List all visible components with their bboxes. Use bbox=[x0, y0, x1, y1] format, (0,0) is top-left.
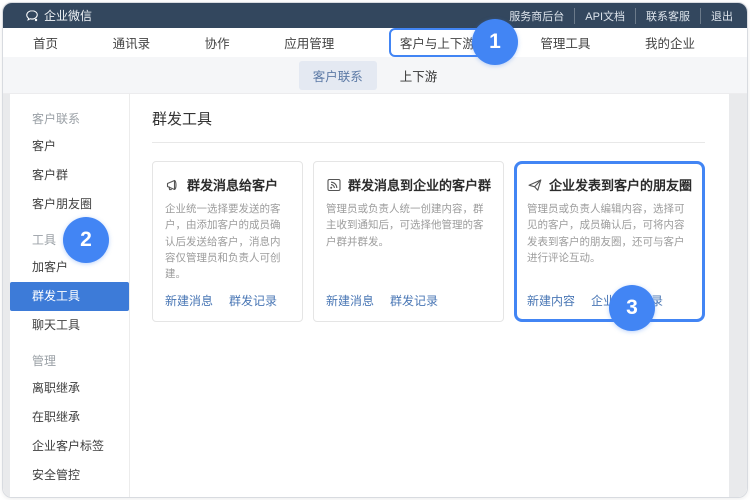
card-title: 群发消息到企业的客户群 bbox=[348, 175, 491, 194]
left-gutter bbox=[3, 94, 10, 497]
sidebar-item-chat-tools[interactable]: 聊天工具 bbox=[10, 311, 129, 340]
new-content-link[interactable]: 新建内容 bbox=[527, 292, 575, 309]
sidebar: 客户联系 客户 客户群 客户朋友圈 工具 加客户 群发工具 聊天工具 管理 离职… bbox=[10, 94, 130, 497]
sidebar-section-customer-contact: 客户联系 bbox=[10, 106, 129, 132]
right-gutter bbox=[729, 94, 747, 497]
card-description: 管理员或负责人编辑内容，选择可见的客户，成员确认后，可将内容发表到客户的朋友圈，… bbox=[527, 201, 692, 266]
title-divider bbox=[152, 142, 705, 143]
annotation-step-2: 2 bbox=[63, 217, 109, 263]
nav-item-apps[interactable]: 应用管理 bbox=[284, 33, 334, 52]
new-message-link[interactable]: 新建消息 bbox=[326, 292, 374, 309]
card-mass-message-to-customers: 群发消息给客户 企业统一选择要发送的客户，由添加客户的成员确认后发送给客户，消息… bbox=[152, 161, 303, 322]
tab-customer-contact[interactable]: 客户联系 bbox=[299, 61, 377, 90]
topbar-links: 服务商后台 API文档 联系客服 退出 bbox=[509, 8, 733, 24]
sidebar-item-customer-moments[interactable]: 客户朋友圈 bbox=[10, 190, 129, 219]
nav-item-collaboration[interactable]: 协作 bbox=[205, 33, 230, 52]
card-head: 企业发表到客户的朋友圈 bbox=[527, 175, 692, 194]
page-title: 群发工具 bbox=[152, 110, 705, 130]
card-head: 群发消息给客户 bbox=[165, 175, 290, 194]
sidebar-section-management: 管理 bbox=[10, 348, 129, 374]
card-mass-message-to-customer-groups: 群发消息到企业的客户群 管理员或负责人统一创建内容，群主收到通知后，可选择他管理… bbox=[313, 161, 504, 322]
admin-console-window: 企业微信 服务商后台 API文档 联系客服 退出 首页 通讯录 协作 应用管理 … bbox=[2, 2, 748, 498]
main-nav: 首页 通讯录 协作 应用管理 客户与上下游 管理工具 我的企业 bbox=[3, 28, 747, 57]
subtab-strip: 客户联系 上下游 bbox=[3, 57, 747, 94]
annotation-step-3: 3 bbox=[609, 285, 655, 331]
mass-message-history-link[interactable]: 群发记录 bbox=[229, 292, 277, 309]
wechat-work-logo[interactable]: 企业微信 bbox=[25, 7, 92, 24]
card-publish-to-customer-moments: 企业发表到客户的朋友圈 管理员或负责人编辑内容，选择可见的客户，成员确认后，可将… bbox=[514, 161, 705, 322]
topbar-link-support[interactable]: 联系客服 bbox=[635, 8, 690, 24]
sidebar-item-customer-tags[interactable]: 企业客户标签 bbox=[10, 432, 129, 461]
nav-item-contacts[interactable]: 通讯录 bbox=[113, 33, 151, 52]
nav-item-my-company[interactable]: 我的企业 bbox=[645, 33, 695, 52]
tab-upstream-downstream[interactable]: 上下游 bbox=[386, 61, 452, 90]
sidebar-item-add-customers[interactable]: 加客户 bbox=[10, 253, 129, 282]
sidebar-item-customers[interactable]: 客户 bbox=[10, 132, 129, 161]
card-description: 管理员或负责人统一创建内容，群主收到通知后，可选择他管理的客户群并群发。 bbox=[326, 201, 491, 250]
sidebar-item-resigned-handover[interactable]: 离职继承 bbox=[10, 374, 129, 403]
sidebar-item-security-control[interactable]: 安全管控 bbox=[10, 461, 129, 490]
top-bar: 企业微信 服务商后台 API文档 联系客服 退出 bbox=[3, 3, 747, 28]
nav-item-admin-tools[interactable]: 管理工具 bbox=[540, 33, 590, 52]
topbar-link-api-docs[interactable]: API文档 bbox=[574, 8, 625, 24]
logo-text: 企业微信 bbox=[44, 7, 92, 24]
new-message-link[interactable]: 新建消息 bbox=[165, 292, 213, 309]
megaphone-icon bbox=[165, 177, 181, 193]
card-title: 企业发表到客户的朋友圈 bbox=[549, 175, 692, 194]
card-links: 新建消息 群发记录 bbox=[165, 282, 290, 309]
sidebar-item-customer-groups[interactable]: 客户群 bbox=[10, 161, 129, 190]
topbar-link-provider[interactable]: 服务商后台 bbox=[509, 8, 564, 24]
paper-plane-icon bbox=[527, 177, 543, 193]
topbar-link-logout[interactable]: 退出 bbox=[700, 8, 733, 24]
card-links: 新建消息 群发记录 bbox=[326, 282, 491, 309]
card-head: 群发消息到企业的客户群 bbox=[326, 175, 491, 194]
card-description: 企业统一选择要发送的客户，由添加客户的成员确认后发送给客户，消息内容仅管理员和负… bbox=[165, 201, 290, 282]
sidebar-item-mass-messaging-tools[interactable]: 群发工具 bbox=[10, 282, 129, 311]
mass-message-history-link[interactable]: 群发记录 bbox=[390, 292, 438, 309]
nav-item-home[interactable]: 首页 bbox=[33, 33, 58, 52]
card-title: 群发消息给客户 bbox=[187, 175, 278, 194]
broadcast-icon bbox=[326, 177, 342, 193]
chat-bubble-icon bbox=[25, 9, 39, 23]
annotation-step-1: 1 bbox=[472, 19, 518, 65]
sidebar-item-onjob-handover[interactable]: 在职继承 bbox=[10, 403, 129, 432]
